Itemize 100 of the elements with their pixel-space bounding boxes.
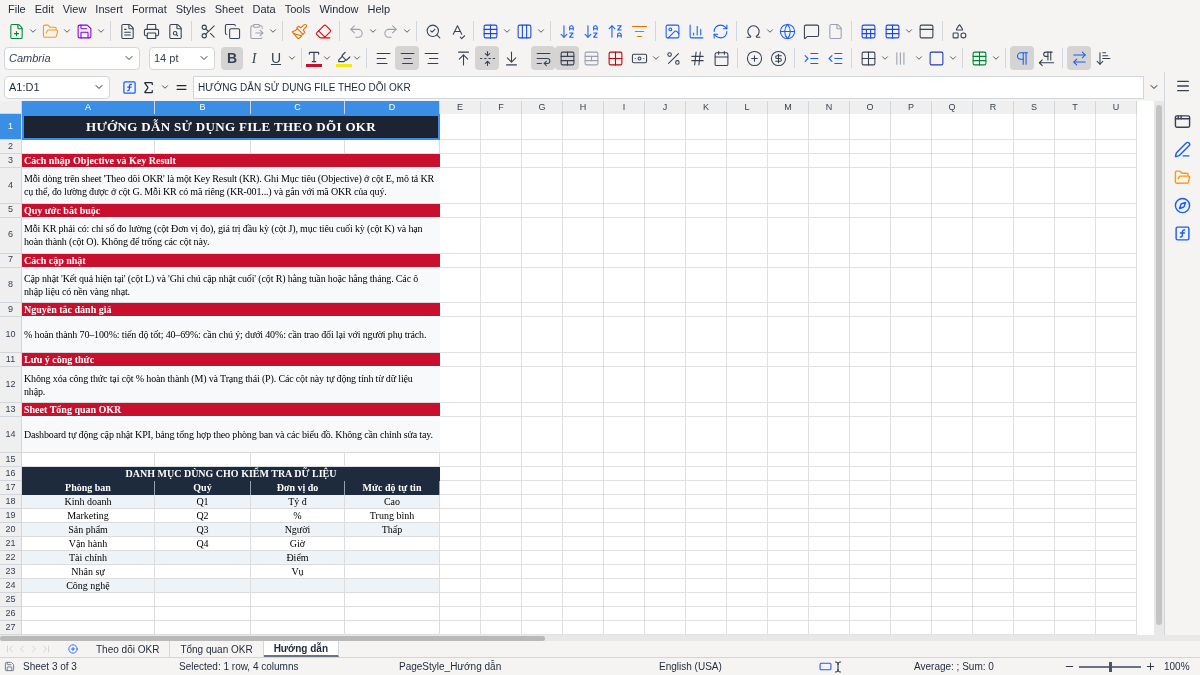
cell[interactable]: Vụ (251, 564, 345, 579)
formula-input[interactable]: HƯỚNG DẪN SỬ DỤNG FILE THEO DÕI OKR (193, 75, 1144, 99)
row-number[interactable]: 4 (0, 167, 22, 204)
row-number[interactable]: 13 (0, 403, 22, 418)
menu-item[interactable]: Format (127, 0, 171, 18)
dropdown-caret-icon[interactable] (765, 26, 775, 36)
align-middle-icon[interactable] (475, 46, 499, 70)
zoom-in-icon[interactable] (1145, 661, 1156, 672)
align-center-icon[interactable] (395, 46, 419, 70)
dropdown-caret-icon[interactable] (948, 53, 958, 63)
cell[interactable]: Vận hành (22, 536, 155, 551)
row-number[interactable]: 12 (0, 367, 22, 404)
function-wizard-icon[interactable] (122, 79, 137, 95)
column-header[interactable]: J (645, 101, 686, 114)
column-header[interactable]: I (604, 101, 645, 114)
column-header[interactable]: Q (932, 101, 973, 114)
column-header[interactable]: K (686, 101, 727, 114)
column-header[interactable]: N (809, 101, 850, 114)
dropdown-caret-icon[interactable] (28, 26, 38, 36)
horizontal-scrollbar[interactable] (0, 635, 545, 641)
cell[interactable]: Q2 (155, 508, 251, 523)
highlighter-icon[interactable] (336, 49, 352, 67)
dropdown-caret-icon[interactable] (62, 26, 72, 36)
sum-icon[interactable] (141, 79, 156, 95)
dropdown-caret-icon[interactable] (502, 26, 512, 36)
dropdown-caret-icon[interactable] (536, 26, 546, 36)
column-header[interactable]: R (973, 101, 1014, 114)
format-toggle[interactable]: B (221, 46, 243, 70)
functions-icon[interactable] (1174, 225, 1191, 242)
zoom-slider-thumb[interactable] (1109, 661, 1112, 672)
menu-item[interactable]: Help (363, 0, 395, 18)
dropdown-caret-icon[interactable] (368, 26, 378, 36)
column-header[interactable]: T (1055, 101, 1096, 114)
menu-item[interactable]: Tools (280, 0, 315, 18)
format-toggle[interactable]: U (265, 46, 287, 70)
cell[interactable]: Thấp (345, 522, 440, 537)
menu-item[interactable]: Styles (171, 0, 210, 18)
menu-item[interactable]: Insert (91, 0, 127, 18)
menu-item[interactable]: Sheet (210, 0, 248, 18)
menu-item[interactable]: View (58, 0, 91, 18)
cell[interactable]: Q4 (155, 536, 251, 551)
dropdown-caret-icon[interactable] (96, 26, 106, 36)
column-header[interactable]: P (891, 101, 932, 114)
cell[interactable]: Giờ (251, 536, 345, 551)
cell[interactable]: Q3 (155, 522, 251, 537)
row-number[interactable]: 9 (0, 303, 22, 318)
name-box[interactable]: A1:D1 (4, 75, 110, 99)
row-number[interactable]: 10 (0, 317, 22, 354)
font-size-field[interactable]: 14 pt (149, 46, 215, 70)
row-number[interactable]: 6 (0, 217, 22, 254)
column-header[interactable]: F (481, 101, 522, 114)
format-toggle[interactable]: I (243, 46, 265, 70)
sheet-tab[interactable]: Hướng dẫn (263, 641, 339, 657)
pilcrow-icon[interactable] (1010, 46, 1034, 70)
column-header[interactable]: H (563, 101, 604, 114)
font-name-field[interactable]: Cambria (4, 46, 140, 70)
cell[interactable]: Q1 (155, 494, 251, 509)
cell[interactable]: Điểm (251, 550, 345, 565)
cell[interactable]: Tài chính (22, 550, 155, 565)
wrap-text-icon[interactable] (531, 46, 555, 70)
dropdown-caret-icon[interactable] (914, 53, 924, 63)
font-color-icon[interactable] (306, 49, 322, 67)
cell[interactable]: Nhân sự (22, 564, 155, 579)
dropdown-caret-icon[interactable] (287, 53, 297, 63)
navigator-icon[interactable] (1174, 197, 1191, 214)
dropdown-caret-icon[interactable] (880, 53, 890, 63)
cell[interactable]: Kinh doanh (22, 494, 155, 509)
merge-cells-icon[interactable] (555, 46, 579, 70)
dropdown-caret-icon[interactable] (991, 53, 1001, 63)
first-sheet-icon[interactable] (4, 643, 16, 655)
menu-icon[interactable] (1174, 78, 1191, 94)
sheet-tab[interactable]: Tổng quan OKR (170, 641, 264, 657)
row-number[interactable]: 14 (0, 417, 22, 453)
cell[interactable]: Người (251, 522, 345, 537)
dropdown-caret-icon[interactable] (160, 82, 170, 92)
row-number[interactable]: 8 (0, 267, 22, 304)
column-header[interactable]: S (1014, 101, 1055, 114)
column-header[interactable]: O (850, 101, 891, 114)
cell[interactable]: Marketing (22, 508, 155, 523)
menu-item[interactable]: Window (315, 0, 363, 18)
sheet-tab[interactable]: Theo dõi OKR (86, 641, 171, 657)
dropdown-caret-icon[interactable] (322, 53, 332, 63)
cell[interactable]: Tỷ đ (251, 494, 345, 509)
column-header[interactable]: E (440, 101, 481, 114)
dropdown-caret-icon[interactable] (268, 26, 278, 36)
cell[interactable]: Trung bình (345, 508, 440, 523)
column-header[interactable]: U (1096, 101, 1137, 114)
row-number[interactable]: 11 (0, 353, 22, 368)
last-sheet-icon[interactable] (40, 643, 52, 655)
menu-item[interactable]: File (4, 0, 30, 18)
dropdown-caret-icon[interactable] (651, 53, 661, 63)
cell[interactable]: Sản phẩm (22, 522, 155, 537)
dropdown-caret-icon[interactable] (904, 26, 914, 36)
column-header[interactable]: M (768, 101, 809, 114)
select-all-corner[interactable] (0, 101, 22, 114)
dropdown-caret-icon[interactable] (402, 26, 412, 36)
column-header[interactable]: L (727, 101, 768, 114)
properties-icon[interactable] (1174, 113, 1191, 130)
dropdown-caret-icon[interactable] (352, 53, 362, 63)
cell[interactable]: % (251, 508, 345, 523)
